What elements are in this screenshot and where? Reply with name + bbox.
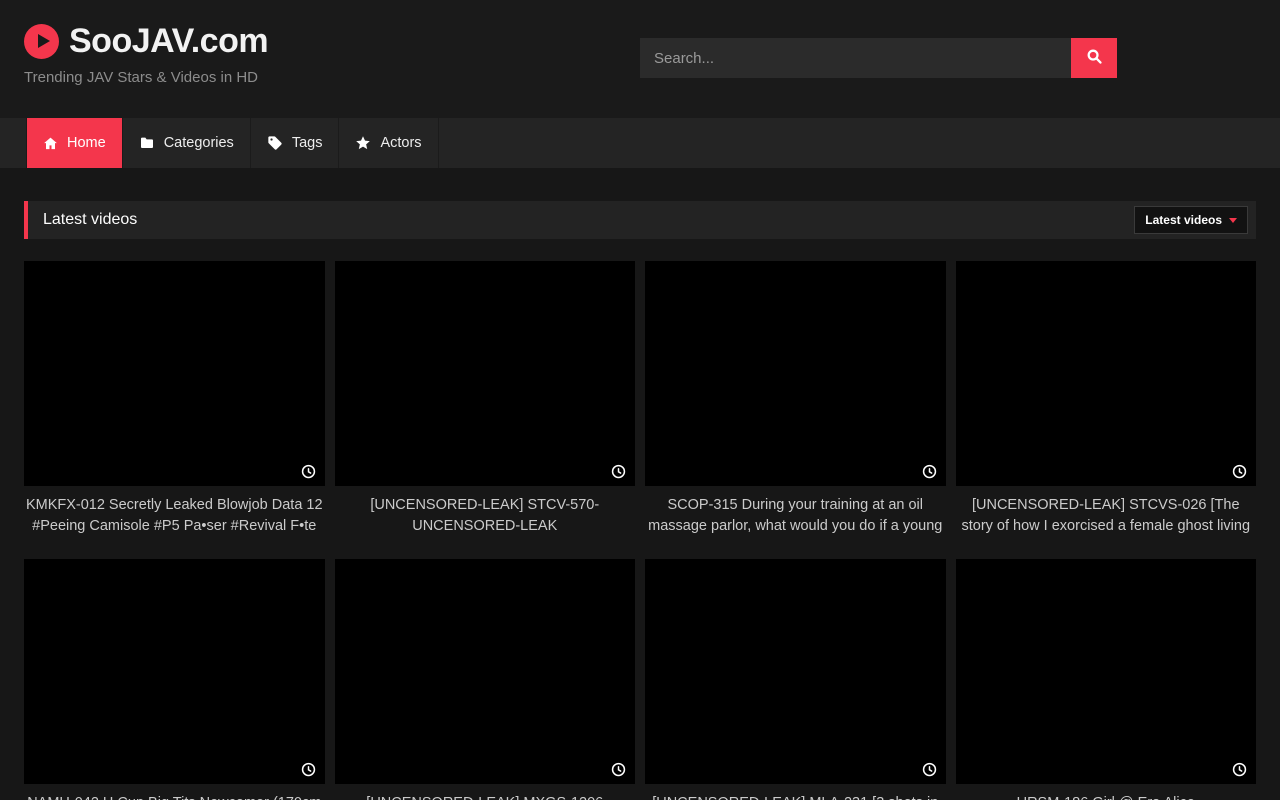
clock-icon [611, 464, 626, 479]
nav-item-categories[interactable]: Categories [123, 118, 251, 168]
video-title[interactable]: [UNCENSORED-LEAK] STCV-570-UNCENSORED-LE… [335, 495, 636, 536]
video-title[interactable]: [UNCENSORED-LEAK] STCVS-026 [The story o… [956, 495, 1257, 536]
chevron-down-icon [1229, 218, 1237, 223]
section-header: Latest videos Latest videos [24, 201, 1256, 239]
video-card[interactable]: URSM-186 Girl @ Era Alice [956, 559, 1257, 800]
video-title[interactable]: [UNCENSORED-LEAK] MXGS-1206 Absolutely [335, 793, 636, 800]
star-icon [355, 135, 371, 151]
video-title[interactable]: SCOP-315 During your training at an oil … [645, 495, 946, 536]
video-thumbnail[interactable] [335, 261, 636, 486]
video-thumbnail[interactable] [335, 559, 636, 784]
nav-label: Tags [292, 135, 323, 151]
video-thumbnail[interactable] [956, 261, 1257, 486]
site-tagline: Trending JAV Stars & Videos in HD [24, 69, 268, 86]
video-title[interactable]: KMKFX-012 Secretly Leaked Blowjob Data 1… [24, 495, 325, 536]
video-title[interactable]: [UNCENSORED-LEAK] MLA-231 [3 shots in [645, 793, 946, 800]
search-form [640, 38, 1117, 78]
site-header: SooJAV.com Trending JAV Stars & Videos i… [0, 0, 1280, 118]
video-card[interactable]: [UNCENSORED-LEAK] MLA-231 [3 shots in [645, 559, 946, 800]
brand-block: SooJAV.com Trending JAV Stars & Videos i… [24, 22, 268, 86]
nav-label: Categories [164, 135, 234, 151]
sort-dropdown-label: Latest videos [1145, 213, 1222, 227]
tag-icon [267, 135, 283, 151]
nav-item-tags[interactable]: Tags [251, 118, 340, 168]
clock-icon [1232, 464, 1247, 479]
nav-label: Actors [380, 135, 421, 151]
video-grid: KMKFX-012 Secretly Leaked Blowjob Data 1… [24, 261, 1256, 800]
site-logo[interactable]: SooJAV.com [24, 22, 268, 61]
clock-icon [922, 762, 937, 777]
video-thumbnail[interactable] [956, 559, 1257, 784]
video-card[interactable]: KMKFX-012 Secretly Leaked Blowjob Data 1… [24, 261, 325, 536]
play-icon [24, 24, 59, 59]
video-thumbnail[interactable] [645, 261, 946, 486]
video-thumbnail[interactable] [24, 559, 325, 784]
clock-icon [1232, 762, 1247, 777]
main-nav: Home Categories Tags Actors [0, 118, 1280, 168]
video-title[interactable]: NAMH-042 H Cup Big Tits Newcomer (170cm … [24, 793, 325, 800]
clock-icon [301, 762, 316, 777]
section-title: Latest videos [28, 211, 137, 229]
video-title[interactable]: URSM-186 Girl @ Era Alice [956, 793, 1257, 800]
search-input[interactable] [640, 38, 1071, 78]
nav-item-actors[interactable]: Actors [339, 118, 438, 168]
nav-label: Home [67, 135, 106, 151]
folder-icon [139, 135, 155, 151]
home-icon [43, 136, 58, 151]
clock-icon [922, 464, 937, 479]
video-card[interactable]: [UNCENSORED-LEAK] MXGS-1206 Absolutely [335, 559, 636, 800]
video-thumbnail[interactable] [645, 559, 946, 784]
video-card[interactable]: [UNCENSORED-LEAK] STCV-570-UNCENSORED-LE… [335, 261, 636, 536]
nav-item-home[interactable]: Home [26, 118, 123, 168]
clock-icon [301, 464, 316, 479]
search-button[interactable] [1071, 38, 1117, 78]
video-card[interactable]: NAMH-042 H Cup Big Tits Newcomer (170cm … [24, 559, 325, 800]
search-icon [1086, 48, 1103, 68]
site-logo-text[interactable]: SooJAV.com [69, 22, 268, 61]
video-card[interactable]: SCOP-315 During your training at an oil … [645, 261, 946, 536]
video-card[interactable]: [UNCENSORED-LEAK] STCVS-026 [The story o… [956, 261, 1257, 536]
video-thumbnail[interactable] [24, 261, 325, 486]
sort-dropdown[interactable]: Latest videos [1134, 206, 1248, 234]
clock-icon [611, 762, 626, 777]
